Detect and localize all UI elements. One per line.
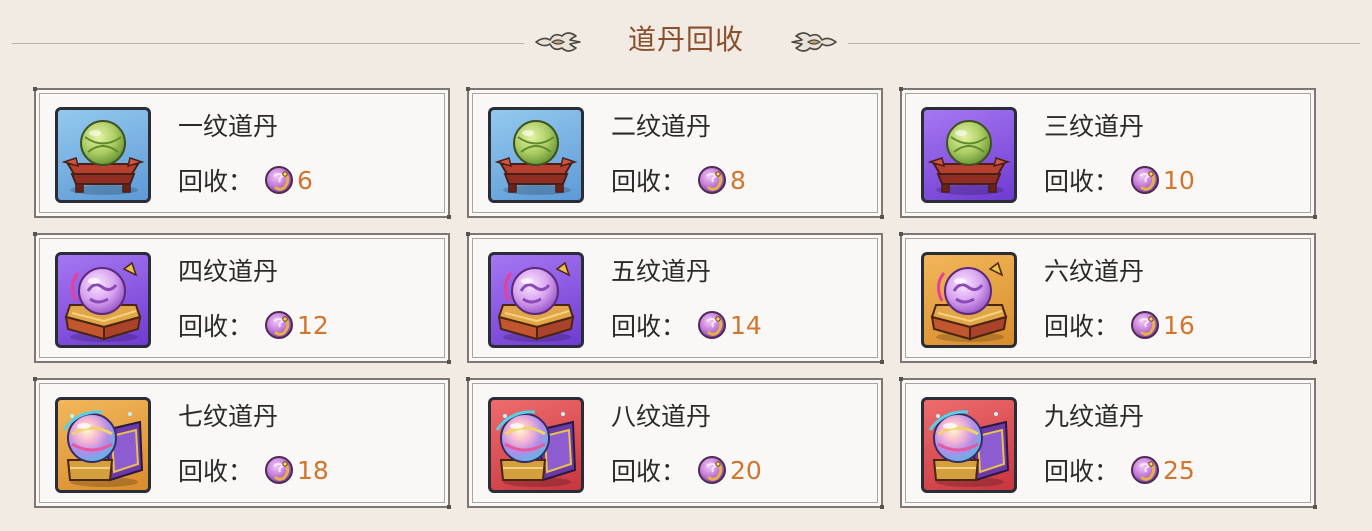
dao-coin-icon <box>263 164 295 196</box>
recycle-label: 回收： <box>178 457 254 486</box>
dan-card[interactable]: 二纹道丹回收： 8 <box>466 87 884 219</box>
dan-card[interactable]: 七纹道丹回收： 18 <box>33 377 451 509</box>
item-name: 二纹道丹 <box>611 112 712 141</box>
recycle-grid: 一纹道丹 回收： 6 二纹道丹 回收： 8 三纹道丹 回收： 10 四纹道丹 回收： 12 五纹道丹 回收… <box>33 87 1318 509</box>
recycle-value: 10 <box>1163 165 1195 195</box>
recycle-label: 回收： <box>1044 457 1120 486</box>
green-orb-pedestal-icon <box>921 107 1017 203</box>
dao-coin-icon <box>696 309 728 341</box>
recycle-value: 18 <box>297 455 329 485</box>
recycle-value: 25 <box>1163 455 1195 485</box>
recycle-value: 14 <box>730 310 762 340</box>
recycle-price: 回收： 18 <box>178 452 329 488</box>
section-header: 道丹回收 <box>0 0 1372 82</box>
dao-coin-icon <box>1129 454 1161 486</box>
dan-card[interactable]: 九纹道丹回收： 25 <box>899 377 1317 509</box>
header-divider-left <box>12 43 524 44</box>
dao-coin-icon <box>696 454 728 486</box>
recycle-value: 16 <box>1163 310 1195 340</box>
dao-coin-icon <box>1129 164 1161 196</box>
recycle-value: 6 <box>297 165 313 195</box>
recycle-label: 回收： <box>611 167 687 196</box>
dao-coin-icon <box>1129 309 1161 341</box>
item-name: 五纹道丹 <box>611 257 712 286</box>
purple-orb-chest-icon <box>488 252 584 348</box>
recycle-label: 回收： <box>1044 167 1120 196</box>
recycle-value: 8 <box>730 165 746 195</box>
recycle-price: 回收： 25 <box>1044 452 1195 488</box>
recycle-price: 回收： 10 <box>1044 162 1195 198</box>
item-name: 九纹道丹 <box>1044 402 1145 431</box>
item-name: 四纹道丹 <box>178 257 279 286</box>
recycle-label: 回收： <box>178 167 254 196</box>
recycle-label: 回收： <box>178 312 254 341</box>
recycle-label: 回收： <box>1044 312 1120 341</box>
item-name: 一纹道丹 <box>178 112 279 141</box>
dao-coin-icon <box>263 454 295 486</box>
dan-card[interactable]: 八纹道丹回收： 20 <box>466 377 884 509</box>
purple-orb-chest-icon <box>921 252 1017 348</box>
green-orb-pedestal-icon <box>488 107 584 203</box>
recycle-price: 回收： 6 <box>178 162 313 198</box>
dan-card[interactable]: 一纹道丹回收： 6 <box>33 87 451 219</box>
section-title: 道丹回收 <box>627 23 744 56</box>
recycle-price: 回收： 12 <box>178 307 329 343</box>
dan-card[interactable]: 三纹道丹回收： 10 <box>899 87 1317 219</box>
item-name: 八纹道丹 <box>611 402 712 431</box>
item-name: 三纹道丹 <box>1044 112 1145 141</box>
cloud-ornament-icon <box>790 28 838 56</box>
purple-orb-chest-icon <box>55 252 151 348</box>
recycle-value: 20 <box>730 455 762 485</box>
dan-card[interactable]: 五纹道丹回收： 14 <box>466 232 884 364</box>
recycle-price: 回收： 16 <box>1044 307 1195 343</box>
recycle-value: 12 <box>297 310 329 340</box>
green-orb-pedestal-icon <box>55 107 151 203</box>
dao-coin-icon <box>263 309 295 341</box>
rainbow-orb-chest-icon <box>921 397 1017 493</box>
recycle-price: 回收： 8 <box>611 162 746 198</box>
recycle-price: 回收： 20 <box>611 452 762 488</box>
dan-card[interactable]: 四纹道丹回收： 12 <box>33 232 451 364</box>
rainbow-orb-chest-icon <box>488 397 584 493</box>
cloud-ornament-icon <box>534 28 582 56</box>
recycle-label: 回收： <box>611 457 687 486</box>
header-divider-right <box>848 43 1360 44</box>
item-name: 六纹道丹 <box>1044 257 1145 286</box>
dan-card[interactable]: 六纹道丹回收： 16 <box>899 232 1317 364</box>
dao-coin-icon <box>696 164 728 196</box>
recycle-price: 回收： 14 <box>611 307 762 343</box>
item-name: 七纹道丹 <box>178 402 279 431</box>
rainbow-orb-chest-icon <box>55 397 151 493</box>
recycle-label: 回收： <box>611 312 687 341</box>
